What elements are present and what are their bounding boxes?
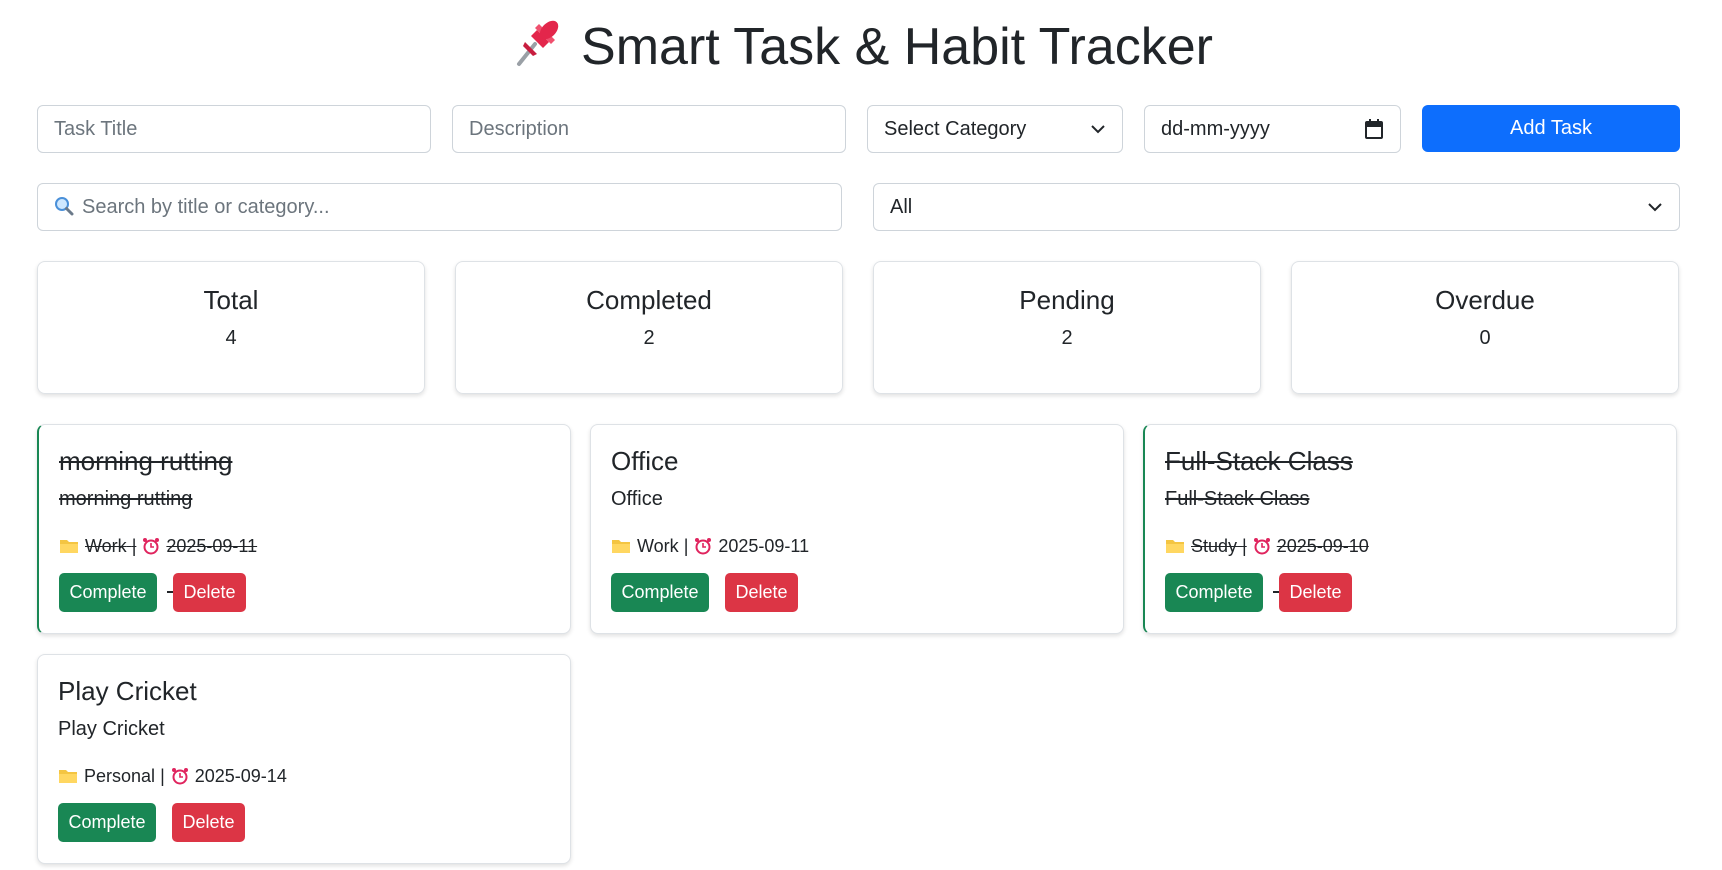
delete-button[interactable]: Delete (173, 573, 246, 612)
stat-card-completed: Completed 2 (455, 261, 843, 394)
task-description: Play Cricket (58, 718, 165, 740)
stat-label: Completed (586, 285, 712, 315)
description-placeholder: Description (469, 118, 570, 140)
task-meta: Work | 2025-09-11 (611, 535, 809, 557)
meta-separator: | (1242, 536, 1247, 556)
alarm-clock-icon (1253, 538, 1270, 555)
task-due-date: 2025-09-11 (166, 536, 258, 556)
task-description: Office (611, 488, 663, 510)
task-meta: Work | 2025-09-11 (59, 535, 257, 557)
pushpin-icon (517, 20, 559, 66)
task-title-input[interactable]: Task Title (37, 105, 431, 153)
task-title: morning rutting (59, 446, 233, 476)
folder-icon (1166, 540, 1184, 553)
stat-label: Total (203, 285, 259, 315)
task-category: Study (1191, 536, 1238, 556)
stat-card-total: Total 4 (37, 261, 425, 394)
folder-icon (60, 540, 78, 553)
folder-icon (612, 540, 630, 553)
stat-value: 0 (1479, 327, 1491, 349)
complete-button[interactable]: Complete (1165, 573, 1263, 612)
task-title: Play Cricket (58, 676, 197, 706)
complete-button[interactable]: Complete (59, 573, 157, 612)
alarm-clock-icon (171, 768, 188, 785)
delete-button[interactable]: Delete (725, 573, 798, 612)
delete-button[interactable]: Delete (172, 803, 245, 842)
task-category: Work (637, 536, 679, 556)
stat-card-overdue: Overdue 0 (1291, 261, 1679, 394)
task-title: Full-Stack Class (1165, 446, 1353, 476)
folder-icon (59, 770, 77, 783)
chevron-down-icon (1648, 203, 1662, 212)
stat-card-pending: Pending 2 (873, 261, 1261, 394)
description-input[interactable]: Description (452, 105, 846, 153)
task-due-date: 2025-09-10 (1276, 536, 1369, 556)
status-filter-select[interactable]: All (873, 183, 1680, 231)
stat-value: 2 (643, 327, 655, 349)
due-date-input[interactable]: dd-mm-yyyy (1144, 105, 1401, 153)
task-card: Play Cricket Play Cricket Personal | 2025… (37, 654, 571, 864)
task-meta: Study | 2025-09-10 (1165, 535, 1369, 557)
add-task-button[interactable]: Add Task (1422, 105, 1680, 152)
category-select-value: Select Category (884, 118, 1027, 140)
calendar-icon[interactable] (1364, 118, 1384, 140)
task-meta: Personal | 2025-09-14 (58, 765, 287, 787)
search-input[interactable]: Search by title or category... (37, 183, 842, 231)
task-title-placeholder: Task Title (54, 118, 138, 140)
task-title: Office (611, 446, 679, 476)
stat-label: Pending (1019, 285, 1115, 315)
due-date-placeholder: dd-mm-yyyy (1161, 118, 1270, 140)
category-select[interactable]: Select Category (867, 105, 1123, 153)
task-card: Full-Stack Class Full-Stack Class Study … (1143, 424, 1677, 634)
task-card: Office Office Work | 2025-09-11 Complete … (590, 424, 1124, 634)
stat-value: 4 (225, 327, 237, 349)
task-due-date: 2025-09-14 (194, 766, 287, 786)
meta-separator: | (683, 536, 689, 556)
task-due-date: 2025-09-11 (718, 536, 810, 556)
search-icon (55, 197, 74, 216)
stat-label: Overdue (1435, 285, 1535, 315)
task-category: Personal (84, 766, 156, 786)
stat-value: 2 (1061, 327, 1073, 349)
search-placeholder: Search by title or category... (82, 196, 330, 218)
alarm-clock-icon (143, 538, 160, 555)
task-description: morning rutting (59, 488, 193, 510)
chevron-down-icon (1091, 125, 1105, 134)
meta-separator: | (160, 766, 165, 786)
task-description: Full-Stack Class (1165, 488, 1310, 510)
alarm-clock-icon (695, 538, 712, 555)
delete-button[interactable]: Delete (1279, 573, 1352, 612)
task-card: morning rutting morning rutting Work | 20… (37, 424, 571, 634)
status-filter-value: All (890, 196, 913, 218)
complete-button[interactable]: Complete (58, 803, 156, 842)
complete-button[interactable]: Complete (611, 573, 709, 612)
page-title-text: Smart Task & Habit Tracker (581, 18, 1213, 76)
task-category: Work (85, 536, 127, 556)
meta-separator: | (131, 536, 137, 556)
page-title: Smart Task & Habit Tracker (0, 14, 1722, 79)
